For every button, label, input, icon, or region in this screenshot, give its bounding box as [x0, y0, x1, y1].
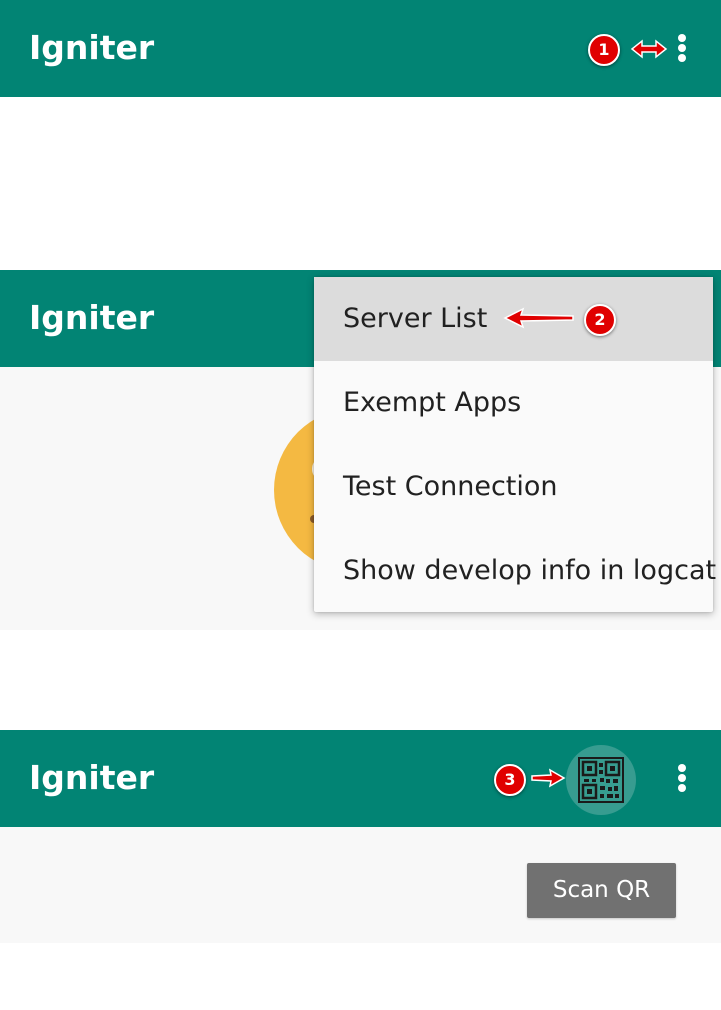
more-vert-icon[interactable] [662, 20, 702, 76]
app-title: Igniter [29, 28, 155, 67]
qr-code-icon [578, 757, 624, 803]
scan-qr-button[interactable]: Scan QR [527, 863, 676, 918]
qr-code-button[interactable] [566, 745, 636, 815]
main-content-3: Scan QR [0, 827, 721, 943]
menu-item-exempt-apps[interactable]: Exempt Apps [314, 361, 713, 445]
app-toolbar-1: Igniter 1 [0, 0, 721, 97]
red-arrow-icon [503, 307, 574, 329]
tutorial-canvas: Igniter 1 Igniter Server List Exempt App… [0, 0, 721, 1010]
more-vert-icon[interactable] [662, 750, 702, 806]
step-badge-1: 1 [588, 34, 620, 66]
menu-item-show-develop-info[interactable]: Show develop info in logcat [314, 529, 716, 613]
step-badge-2: 2 [584, 304, 616, 336]
app-title: Igniter [29, 758, 155, 797]
menu-item-test-connection[interactable]: Test Connection [314, 445, 713, 529]
red-arrow-icon [531, 768, 566, 788]
app-title: Igniter [29, 298, 155, 337]
step-badge-3: 3 [494, 764, 526, 796]
